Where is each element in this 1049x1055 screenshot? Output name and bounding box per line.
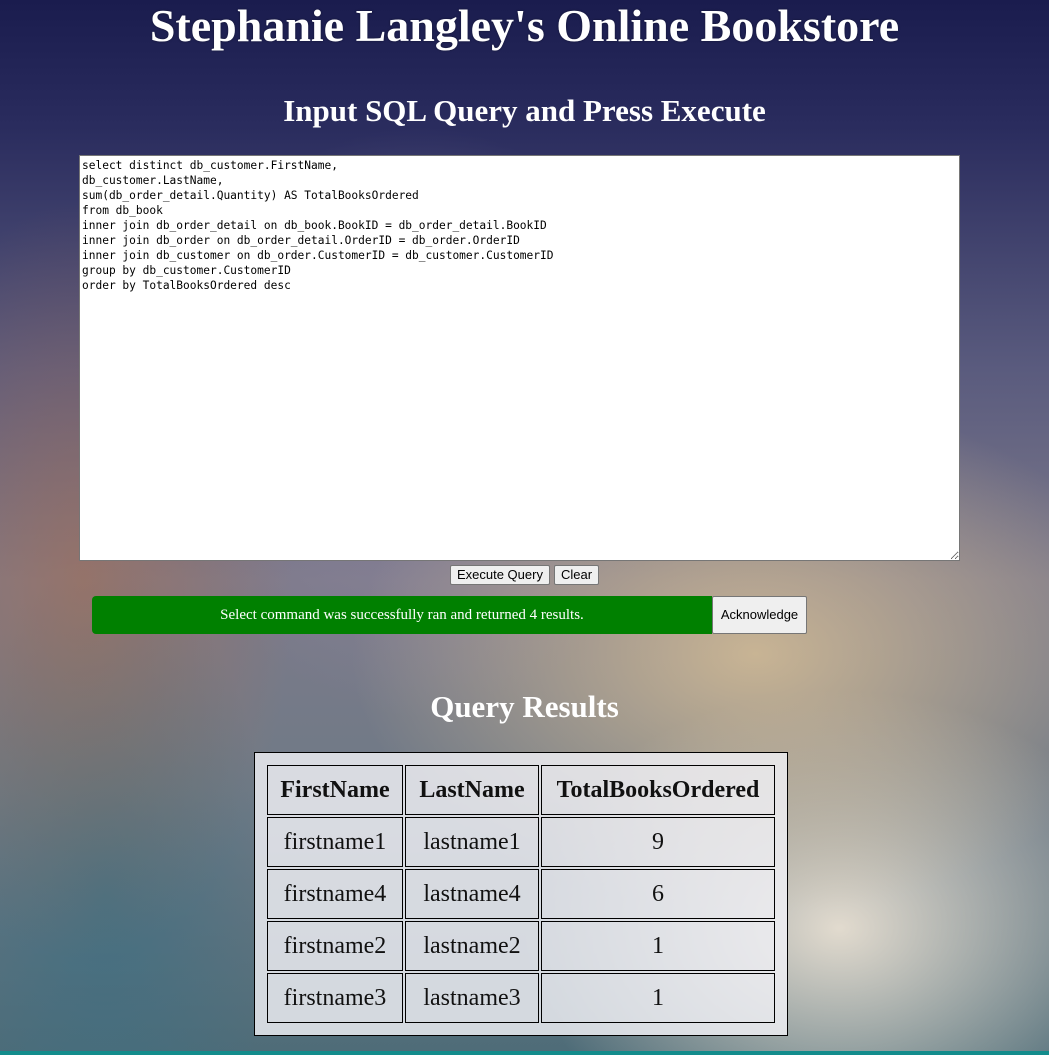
table-row: firstname4 lastname4 6: [267, 869, 775, 919]
cell-firstname: firstname1: [267, 817, 403, 867]
status-message: Select command was successfully ran and …: [92, 596, 712, 634]
table-row: firstname3 lastname3 1: [267, 973, 775, 1023]
site-title: Stephanie Langley's Online Bookstore: [149, 0, 900, 51]
clear-button[interactable]: Clear: [553, 565, 600, 585]
cell-firstname: firstname4: [267, 869, 403, 919]
table-header-row: FirstName LastName TotalBooksOrdered: [267, 765, 775, 815]
query-heading: Input SQL Query and Press Execute: [283, 93, 766, 128]
cell-lastname: lastname2: [405, 921, 539, 971]
cell-totalbooksordered: 6: [541, 869, 775, 919]
results-heading: Query Results: [430, 689, 619, 724]
table-row: firstname2 lastname2 1: [267, 921, 775, 971]
cell-lastname: lastname1: [405, 817, 539, 867]
cell-totalbooksordered: 9: [541, 817, 775, 867]
cell-totalbooksordered: 1: [541, 921, 775, 971]
column-header-totalbooksordered: TotalBooksOrdered: [541, 765, 775, 815]
column-header-lastname: LastName: [405, 765, 539, 815]
results-table: FirstName LastName TotalBooksOrdered fir…: [254, 752, 788, 1036]
cell-firstname: firstname3: [267, 973, 403, 1023]
sql-query-input[interactable]: [79, 155, 960, 561]
cell-lastname: lastname4: [405, 869, 539, 919]
execute-query-button[interactable]: Execute Query: [449, 565, 550, 585]
acknowledge-button[interactable]: Acknowledge: [712, 596, 807, 634]
cell-firstname: firstname2: [267, 921, 403, 971]
column-header-firstname: FirstName: [267, 765, 403, 815]
cell-lastname: lastname3: [405, 973, 539, 1023]
cell-totalbooksordered: 1: [541, 973, 775, 1023]
bottom-accent-bar: [0, 1051, 1049, 1055]
table-row: firstname1 lastname1 9: [267, 817, 775, 867]
query-button-row: Execute Query Clear: [0, 565, 1049, 585]
